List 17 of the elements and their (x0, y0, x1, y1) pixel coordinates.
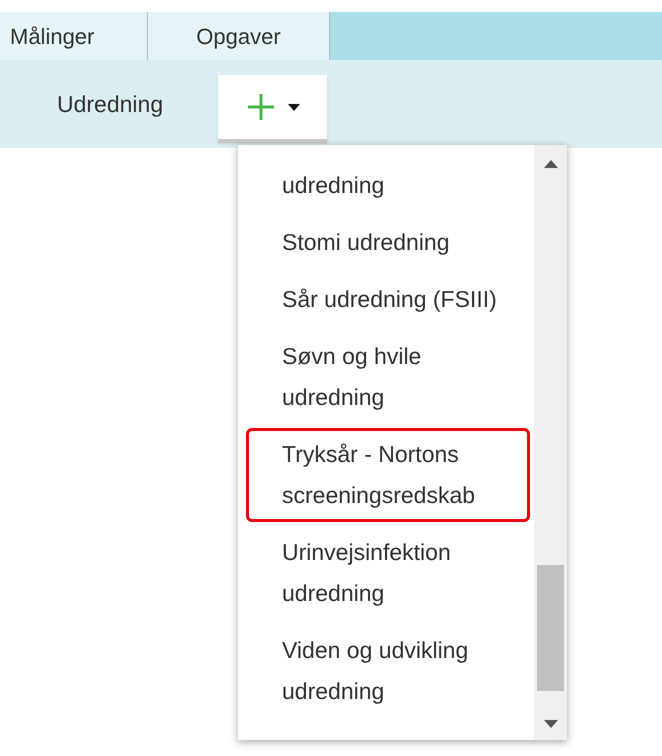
plus-icon (246, 92, 276, 122)
tab[interactable]: Målinger (0, 12, 148, 60)
tab[interactable]: Opgaver (148, 12, 330, 60)
caret-icon (288, 104, 300, 110)
section-label: Udredning (57, 90, 164, 119)
menu-item[interactable]: Stomi udredning (246, 216, 530, 269)
menu-item[interactable]: Søvn og hvile udredning (246, 330, 530, 424)
menu-item[interactable]: udredning (246, 159, 530, 212)
scroll-up-icon[interactable] (544, 160, 558, 168)
menu-item[interactable]: Urinvejsinfektion udredning (246, 526, 530, 620)
menu-item[interactable]: Viden og udvikling udredning (246, 624, 530, 718)
scrollbar-thumb[interactable] (537, 565, 564, 691)
scroll-down-icon[interactable] (544, 720, 558, 728)
scrollbar[interactable] (534, 145, 567, 740)
add-button[interactable] (218, 75, 328, 143)
menu-item[interactable]: Tryksår - Nortons screeningsredskab (246, 428, 530, 522)
menu-item[interactable]: Sår udredning (FSIII) (246, 273, 530, 326)
